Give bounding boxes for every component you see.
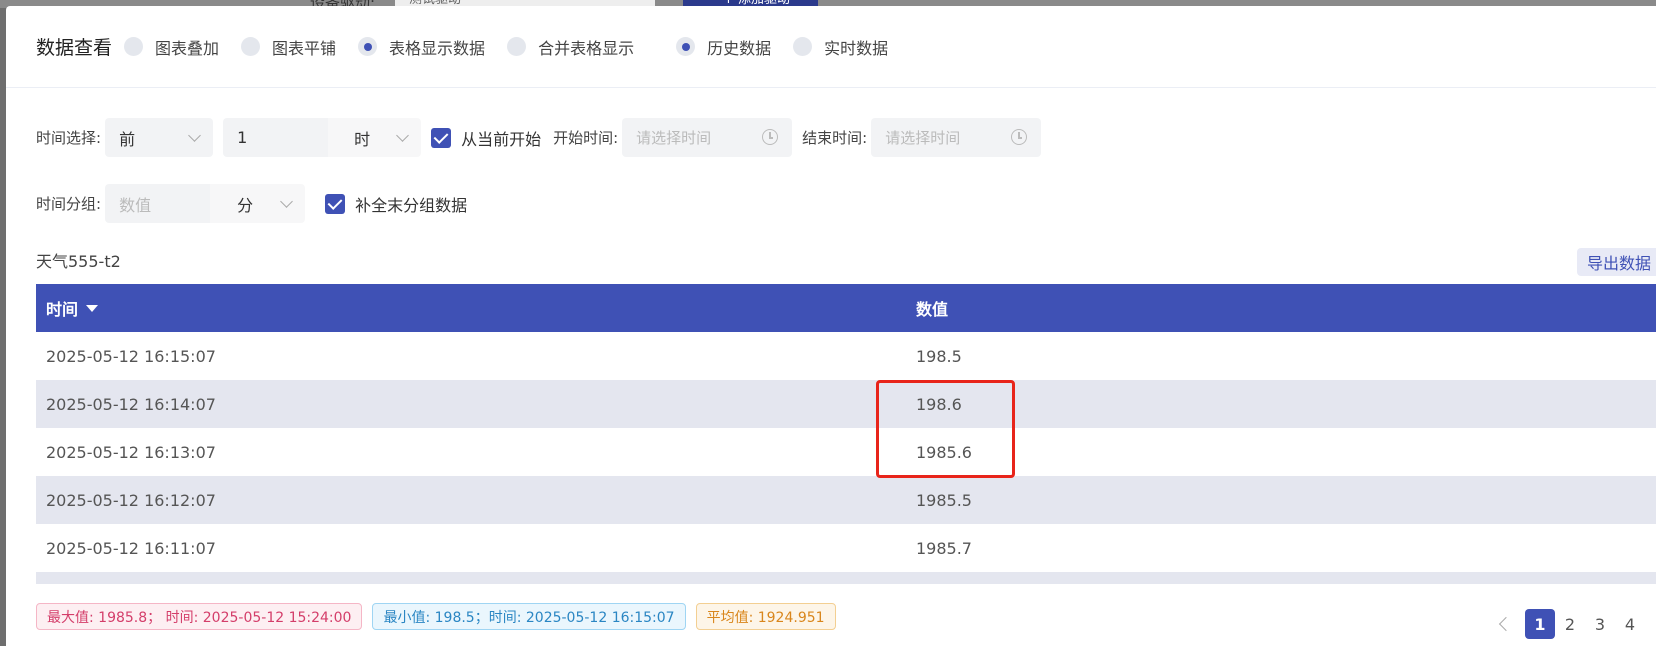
radio-dot: [124, 37, 144, 56]
start-time-label: 开始时间:: [553, 129, 619, 147]
radio-dot: [676, 37, 696, 56]
checkbox-checked-icon: [325, 193, 346, 214]
unit-select[interactable]: 时: [328, 118, 422, 157]
clock-icon: [1011, 129, 1028, 145]
page-button[interactable]: 3: [1585, 609, 1615, 639]
data-table: 时间 数值 2025-05-12 16:15:07 198.5 2025-05-…: [36, 284, 1656, 584]
start-time-input[interactable]: 请选择时间: [622, 118, 793, 157]
table-row: 2025-05-12 16:14:07 198.6: [36, 380, 1656, 428]
time-group-label: 时间分组:: [36, 195, 102, 213]
chevron-down-icon: [396, 129, 409, 142]
fill-last-group-checkbox[interactable]: 补全末分组数据: [325, 192, 467, 216]
group-unit-select[interactable]: 分: [210, 184, 306, 223]
cell-value: 1985.5: [916, 490, 972, 510]
group-unit-value: 分: [237, 195, 254, 215]
cell-time: 2025-05-12 16:11:07: [46, 538, 216, 558]
radio-dot: [358, 37, 378, 56]
cell-value: 1985.7: [916, 538, 972, 558]
checkbox-label: 补全末分组数据: [355, 195, 468, 215]
cell-time: 2025-05-12 16:12:07: [46, 490, 216, 510]
cell-value: 198.5: [916, 346, 962, 366]
table-name: 天气555-t2: [36, 252, 121, 271]
stats-tags: 最大值: 1985.8； 时间: 2025-05-12 15:24:00 最小值…: [36, 603, 846, 630]
cell-time: 2025-05-12 16:15:07: [46, 346, 216, 366]
cell-time: 2025-05-12 16:14:07: [46, 394, 216, 414]
dialog-title: 数据查看: [36, 37, 113, 59]
checkbox-checked-icon: [431, 127, 452, 148]
chevron-down-icon: [280, 195, 293, 208]
radio-table-display[interactable]: 表格显示数据: [358, 35, 485, 59]
cell-time: 2025-05-12 16:13:07: [46, 442, 216, 462]
radio-dot: [793, 37, 813, 56]
page-button[interactable]: 2: [1555, 609, 1585, 639]
direction-select[interactable]: 前: [105, 118, 214, 157]
radio-history-data[interactable]: 历史数据: [676, 35, 771, 59]
end-time-input[interactable]: 请选择时间: [871, 118, 1042, 157]
data-view-dialog: 数据查看 图表叠加 图表平铺 表格显示数据 合并表格显示 历史数据 实时数据 时…: [6, 6, 1656, 646]
clock-icon: [762, 129, 779, 145]
end-time-placeholder: 请选择时间: [885, 129, 961, 147]
table-row: 2025-05-12 16:11:07 1985.7: [36, 524, 1656, 572]
page-button[interactable]: 1: [1525, 609, 1555, 639]
export-data-button[interactable]: 导出数据: [1577, 248, 1656, 276]
column-header-time[interactable]: 时间: [36, 296, 906, 320]
dialog-header: 数据查看 图表叠加 图表平铺 表格显示数据 合并表格显示 历史数据 实时数据: [6, 6, 1656, 88]
radio-label: 图表叠加: [155, 38, 220, 58]
radio-label: 表格显示数据: [389, 38, 486, 58]
end-time-label: 结束时间:: [802, 129, 868, 147]
group-value-input[interactable]: 数值: [105, 184, 211, 223]
radio-label: 实时数据: [824, 38, 889, 58]
direction-value: 前: [119, 129, 136, 149]
radio-merged-table[interactable]: 合并表格显示: [507, 35, 634, 59]
amount-group: 1 时: [223, 118, 422, 157]
min-value-tag: 最小值: 198.5；时间: 2025-05-12 16:15:07: [372, 603, 686, 630]
radio-dot: [507, 37, 527, 56]
column-header-label: 时间: [46, 300, 79, 319]
group-input-group: 数值 分: [105, 184, 306, 223]
from-now-checkbox[interactable]: 从当前开始: [431, 126, 541, 150]
table-row: 2025-05-12 16:15:07 198.5: [36, 332, 1656, 380]
max-value-tag: 最大值: 1985.8； 时间: 2025-05-12 15:24:00: [36, 603, 363, 630]
column-header-value: 数值: [916, 300, 949, 319]
table-row-partial: [36, 572, 1656, 584]
radio-chart-overlay[interactable]: 图表叠加: [124, 35, 219, 59]
page-button[interactable]: 4: [1615, 609, 1645, 639]
radio-label: 图表平铺: [272, 38, 337, 58]
table-row: 2025-05-12 16:12:07 1985.5: [36, 476, 1656, 524]
time-select-label: 时间选择:: [36, 129, 102, 147]
start-time-placeholder: 请选择时间: [636, 129, 712, 147]
amount-input[interactable]: 1: [223, 118, 329, 157]
pagination: 1 2 3 4: [1498, 609, 1645, 639]
radio-label: 历史数据: [707, 38, 772, 58]
chevron-down-icon: [188, 129, 201, 142]
radio-dot: [241, 37, 261, 56]
radio-realtime-data[interactable]: 实时数据: [793, 35, 888, 59]
chevron-left-icon[interactable]: [1498, 616, 1514, 632]
radio-chart-tile[interactable]: 图表平铺: [241, 35, 336, 59]
radio-label: 合并表格显示: [538, 38, 635, 58]
checkbox-label: 从当前开始: [461, 129, 542, 149]
table-header: 时间 数值: [36, 284, 1656, 332]
sort-desc-icon[interactable]: [86, 304, 99, 312]
table-row: 2025-05-12 16:13:07 1985.6: [36, 428, 1656, 476]
red-highlight-box: [876, 380, 1015, 478]
time-select-row: 时间选择: 前 1 时 从当前开始 开始时间: 请选择时间 结束时间: 请选择时…: [36, 118, 1042, 157]
avg-value-tag: 平均值: 1924.951: [695, 603, 836, 630]
time-group-row: 时间分组: 数值 分 补全末分组数据: [36, 184, 467, 223]
unit-value: 时: [354, 129, 371, 149]
